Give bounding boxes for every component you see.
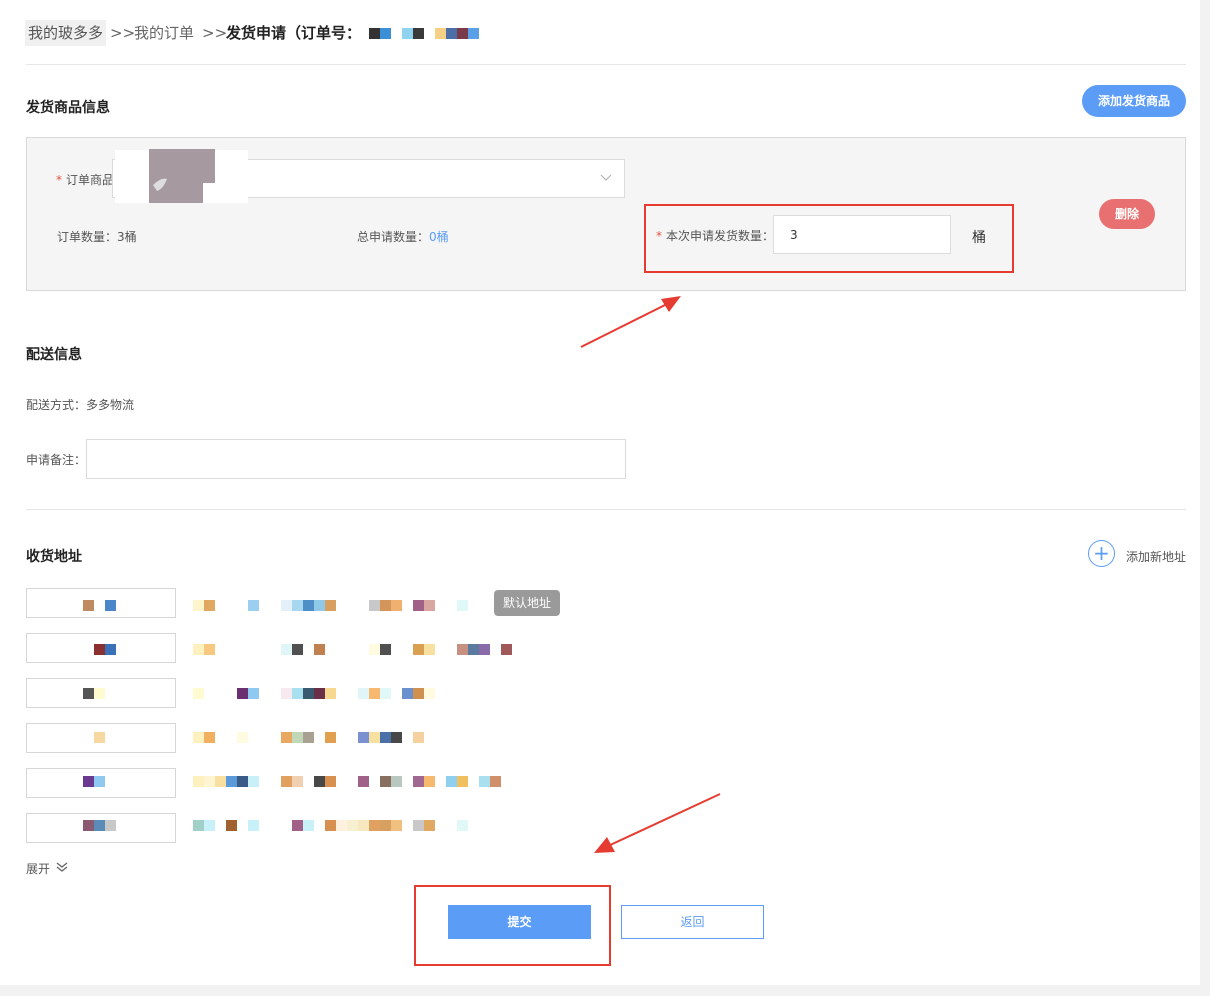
expand-link[interactable]: 展开 bbox=[26, 860, 50, 877]
red-arrow-annotation bbox=[580, 296, 681, 348]
total-apply-qty: 总申请数量：0桶 bbox=[357, 228, 449, 245]
default-address-badge: 默认地址 bbox=[494, 590, 560, 616]
delivery-method-value: 多多物流 bbox=[86, 398, 135, 412]
breadcrumb-orders-link[interactable]: 我的订单 bbox=[134, 20, 194, 46]
back-button[interactable]: 返回 bbox=[621, 905, 764, 939]
delivery-section-title: 配送信息 bbox=[26, 347, 82, 363]
product-thumbnail bbox=[149, 149, 215, 203]
total-apply-label: 总申请数量： bbox=[357, 230, 430, 244]
add-address-icon[interactable]: + bbox=[1088, 540, 1115, 567]
required-mark: * bbox=[56, 173, 62, 187]
breadcrumb-separator: >> bbox=[202, 24, 228, 42]
total-apply-value: 0桶 bbox=[429, 230, 449, 244]
order-qty-value: 3桶 bbox=[117, 230, 137, 244]
remark-input[interactable] bbox=[86, 439, 626, 479]
product-label: * 订单商品 bbox=[56, 171, 114, 188]
page: 我的玻多多 >> 我的订单 >> 发货申请（订单号： 发货商品信息 添加发货商品… bbox=[0, 0, 1200, 985]
breadcrumb-separator: >> bbox=[110, 24, 136, 42]
breadcrumb-home-link[interactable]: 我的玻多多 bbox=[25, 20, 107, 46]
order-qty: 订单数量：3桶 bbox=[57, 228, 137, 245]
red-arrow-annotation bbox=[594, 793, 721, 853]
address-section-title: 收货地址 bbox=[26, 549, 82, 565]
order-qty-label: 订单数量： bbox=[57, 230, 118, 244]
highlight-box bbox=[644, 204, 1014, 273]
product-image-icon bbox=[153, 178, 215, 203]
divider bbox=[26, 64, 1186, 65]
divider bbox=[26, 509, 1186, 510]
delete-button[interactable]: 删除 bbox=[1099, 199, 1155, 229]
add-goods-button[interactable]: 添加发货商品 bbox=[1082, 85, 1186, 117]
add-address-link[interactable]: 添加新地址 bbox=[1126, 548, 1186, 565]
highlight-box bbox=[414, 885, 611, 966]
remark-label: 申请备注： bbox=[26, 453, 87, 467]
delivery-method-label: 配送方式： bbox=[26, 398, 87, 412]
address-radio-option[interactable] bbox=[26, 588, 176, 618]
delivery-method: 配送方式：多多物流 bbox=[26, 396, 134, 413]
goods-section-title: 发货商品信息 bbox=[26, 100, 110, 116]
chevron-down-icon[interactable] bbox=[600, 174, 612, 182]
breadcrumb-current: 发货申请（订单号： bbox=[226, 24, 362, 42]
product-label-text: 订单商品 bbox=[66, 173, 115, 187]
double-chevron-down-icon[interactable] bbox=[56, 861, 68, 873]
